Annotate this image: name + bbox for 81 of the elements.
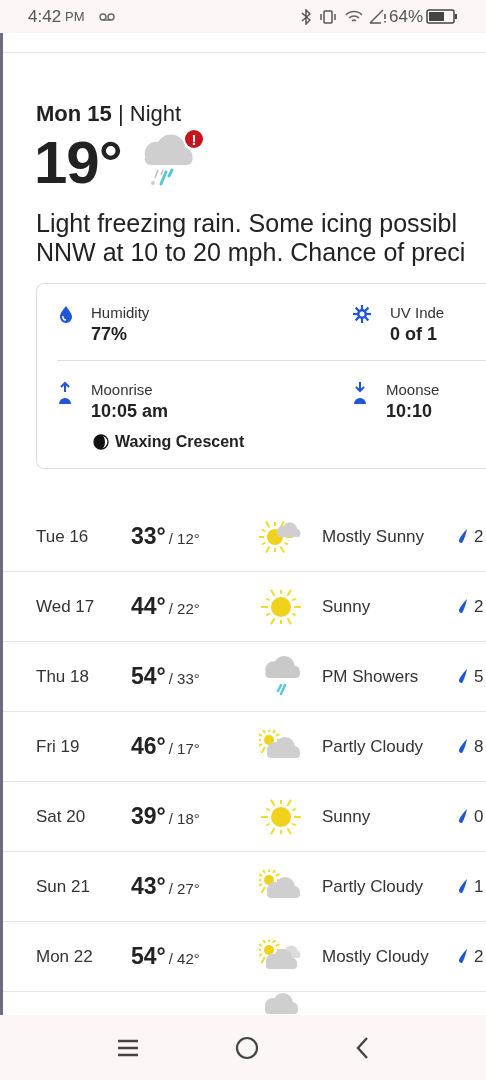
forecast-heading: Mon 15 | Night [35, 100, 183, 127]
detail-label: Moonse [386, 381, 440, 398]
detail-value: 77% [91, 324, 129, 345]
precip-chance: 8 [474, 736, 484, 757]
high-temperature: 54° [131, 663, 166, 690]
forecast-description: NNW at 10 to 20 mph. Chance of preci [36, 238, 467, 267]
menu-icon[interactable] [117, 1038, 139, 1057]
forecast-row[interactable]: Sat 20 39°/ 18° Sunny 0 [3, 782, 486, 852]
condition: Mostly Sunny [322, 526, 426, 547]
moonset-icon [352, 381, 368, 405]
condition: Partly Cloudy [322, 876, 425, 897]
forecast-day: Mon 22 [3, 946, 131, 967]
battery-percent: 64% [388, 6, 423, 27]
detail-label: Humidity [91, 304, 150, 321]
raindrop-icon [458, 807, 468, 826]
precip-chance: 2 [474, 526, 484, 547]
cloud-icon [264, 993, 298, 1014]
detail-value: 0 of 1 [390, 324, 438, 345]
forecast-row[interactable]: Tue 16 33°/ 12° Mostly Sunny 2 [3, 502, 486, 572]
high-temperature: 39° [131, 803, 166, 830]
low-temperature: / 12° [168, 530, 200, 547]
vibrate-icon [318, 9, 337, 24]
moon-phase: Waxing Crescent [115, 433, 245, 451]
forecast-row[interactable]: Wed 17 44°/ 22° Sunny 2 [3, 572, 486, 642]
signal-icon [368, 9, 387, 24]
bluetooth-icon [300, 8, 311, 25]
clock-period: PM [65, 9, 85, 24]
forecast-row[interactable]: Thu 18 54°/ 33° PM Showers 5 [3, 642, 486, 712]
forecast-day: Tue 16 [3, 526, 131, 547]
forecast-day: Sat 20 [3, 806, 131, 827]
high-temperature: 46° [131, 733, 166, 760]
wifi-icon [344, 9, 363, 24]
condition: Sunny [322, 596, 372, 617]
detail-label: UV Inde [390, 304, 445, 321]
forecast-row[interactable]: Fri 19 46°/ 17° Partly Cloudy 8 [3, 712, 486, 782]
raindrop-icon [458, 737, 468, 756]
condition: Partly Cloudy [322, 736, 425, 757]
moon-phase-icon [93, 434, 109, 450]
precip-chance: 5 [474, 666, 484, 687]
forecast-row[interactable]: Mon 22 54°/ 42° Mostly Cloudy 2 [3, 922, 486, 992]
forecast-row[interactable]: Sun 21 43°/ 27° Partly Cloudy 1 [3, 852, 486, 922]
precip-chance: 1 [474, 876, 484, 897]
detail-label: Moonrise [91, 381, 154, 398]
raindrop-icon [458, 597, 468, 616]
forecast-day: Fri 19 [3, 736, 131, 757]
condition: Mostly Cloudy [322, 946, 430, 967]
high-temperature: 54° [131, 943, 166, 970]
low-temperature: / 22° [168, 600, 200, 617]
raindrop-icon [458, 877, 468, 896]
moonrise-icon [57, 381, 73, 405]
condition: Sunny [322, 806, 372, 827]
home-icon[interactable] [235, 1035, 259, 1060]
detail-value: 10:10 [386, 401, 434, 422]
voicemail-icon [98, 12, 115, 21]
clock: 4:42 [28, 6, 62, 27]
precip-chance: 0 [474, 806, 484, 827]
forecast-day: Thu 18 [3, 666, 131, 687]
raindrop-icon [458, 667, 468, 686]
battery-icon [426, 9, 458, 24]
forecast-day: Sun 21 [3, 876, 131, 897]
back-icon[interactable] [355, 1035, 369, 1060]
high-temperature: 44° [131, 593, 166, 620]
precip-chance: 2 [474, 596, 484, 617]
sun-icon [352, 304, 372, 324]
low-temperature: / 42° [168, 950, 200, 967]
forecast-description: Light freezing rain. Some icing possibl [36, 209, 459, 238]
forecast-day: Wed 17 [3, 596, 131, 617]
raindrop-icon [458, 947, 468, 966]
current-temperature: 19° [34, 127, 122, 197]
low-temperature: / 27° [168, 880, 200, 897]
condition: PM Showers [322, 666, 420, 687]
precip-chance: 2 [474, 946, 484, 967]
low-temperature: / 17° [168, 740, 200, 757]
high-temperature: 33° [131, 523, 166, 550]
drop-icon [57, 304, 73, 324]
raindrop-icon [458, 527, 468, 546]
detail-value: 10:05 am [91, 401, 169, 422]
alert-icon: ! [183, 129, 204, 149]
low-temperature: / 33° [168, 670, 200, 687]
high-temperature: 43° [131, 873, 166, 900]
low-temperature: / 18° [168, 810, 200, 827]
